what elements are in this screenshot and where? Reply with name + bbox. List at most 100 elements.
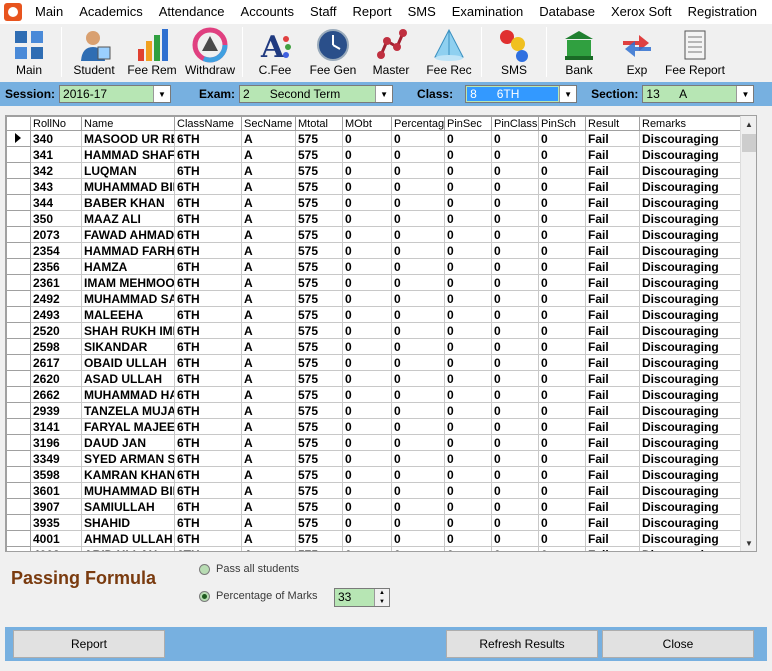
column-header-pinsec[interactable]: PinSec <box>444 116 492 131</box>
refresh-results-button[interactable]: Refresh Results <box>446 630 598 658</box>
cell-mtotal[interactable]: 575 <box>295 370 343 387</box>
cell-pinsec[interactable]: 0 <box>444 498 492 515</box>
cell-result[interactable]: Fail <box>585 450 640 467</box>
cell-remarks[interactable]: Discouraging <box>639 546 742 551</box>
cell-remarks[interactable]: Discouraging <box>639 194 742 211</box>
cell-pinsch[interactable]: 0 <box>538 434 586 451</box>
cell-pinsec[interactable]: 0 <box>444 130 492 147</box>
menu-examination[interactable]: Examination <box>444 0 532 24</box>
chevron-down-icon[interactable]: ▼ <box>153 86 171 102</box>
cell-mtotal[interactable]: 575 <box>295 210 343 227</box>
toolbar-student-button[interactable]: Student <box>65 24 123 79</box>
cell-rollno[interactable]: 3141 <box>30 418 82 435</box>
cell-mtotal[interactable]: 575 <box>295 258 343 275</box>
table-row[interactable]: 340MASOOD UR REHMAN6THA57500000FailDisco… <box>6 130 742 147</box>
cell-mobt[interactable]: 0 <box>342 530 392 547</box>
cell-mobt[interactable]: 0 <box>342 434 392 451</box>
cell-mobt[interactable]: 0 <box>342 466 392 483</box>
chevron-down-icon[interactable]: ▼ <box>375 86 393 102</box>
cell-pinclass[interactable]: 0 <box>491 498 539 515</box>
cell-rollno[interactable]: 350 <box>30 210 82 227</box>
cell-name[interactable]: AHMAD ULLAH <box>81 530 175 547</box>
cell-mtotal[interactable]: 575 <box>295 162 343 179</box>
row-header[interactable] <box>6 402 31 419</box>
cell-rollno[interactable]: 4002 <box>30 546 82 551</box>
cell-mobt[interactable]: 0 <box>342 258 392 275</box>
menu-registration[interactable]: Registration <box>680 0 765 24</box>
cell-secname[interactable]: A <box>241 194 296 211</box>
cell-result[interactable]: Fail <box>585 194 640 211</box>
cell-pinsch[interactable]: 0 <box>538 530 586 547</box>
row-header[interactable] <box>6 274 31 291</box>
cell-remarks[interactable]: Discouraging <box>639 338 742 355</box>
cell-pinsch[interactable]: 0 <box>538 290 586 307</box>
cell-secname[interactable]: A <box>241 210 296 227</box>
row-header[interactable] <box>6 258 31 275</box>
cell-pinsch[interactable]: 0 <box>538 402 586 419</box>
cell-rollno[interactable]: 3907 <box>30 498 82 515</box>
table-row[interactable]: 350 MAAZ ALI 6TH A 575 0 0 0 0 0 Fail Discouraging <box>6 210 742 227</box>
menu-staff[interactable]: Staff <box>302 0 345 24</box>
chevron-down-icon[interactable]: ▼ <box>736 86 754 102</box>
row-header[interactable] <box>6 306 31 323</box>
cell-name[interactable]: MUHAMMAD HAMZA <box>81 386 175 403</box>
cell-rollno[interactable]: 3601 <box>30 482 82 499</box>
cell-rollno[interactable]: 3935 <box>30 514 82 531</box>
cell-rollno[interactable]: 2073 <box>30 226 82 243</box>
cell-rollno[interactable]: 2939 <box>30 402 82 419</box>
class-combo[interactable]: 8 6TH ▼ <box>465 85 578 103</box>
table-row[interactable]: 2520SHAH RUKH IMRAN6THA57500000FailDisco… <box>6 322 742 339</box>
cell-pinsch[interactable]: 0 <box>538 418 586 435</box>
cell-secname[interactable]: A <box>241 130 296 147</box>
row-header[interactable] <box>6 242 31 259</box>
cell-result[interactable]: Fail <box>585 162 640 179</box>
session-combo[interactable]: 2016-17 ▼ <box>59 85 172 103</box>
cell-mtotal[interactable]: 575 <box>295 434 343 451</box>
cell-pinsec[interactable]: 0 <box>444 178 492 195</box>
cell-rollno[interactable]: 344 <box>30 194 82 211</box>
table-row[interactable]: 3601MUHAMMAD BILAL6THA57500000FailDiscou… <box>6 482 742 499</box>
cell-result[interactable]: Fail <box>585 338 640 355</box>
cell-mtotal[interactable]: 575 <box>295 130 343 147</box>
cell-pinclass[interactable]: 0 <box>491 210 539 227</box>
cell-pinsec[interactable]: 0 <box>444 146 492 163</box>
cell-mobt[interactable]: 0 <box>342 306 392 323</box>
toolbar-exp-button[interactable]: Exp <box>608 24 666 79</box>
cell-mobt[interactable]: 0 <box>342 450 392 467</box>
cell-rollno[interactable]: 2361 <box>30 274 82 291</box>
cell-rollno[interactable]: 3196 <box>30 434 82 451</box>
percentage-value[interactable]: 33 <box>335 589 374 606</box>
cell-remarks[interactable]: Discouraging <box>639 354 742 371</box>
percentage-option[interactable]: Percentage of Marks <box>199 590 318 602</box>
cell-result[interactable]: Fail <box>585 418 640 435</box>
cell-pinclass[interactable]: 0 <box>491 146 539 163</box>
cell-pinclass[interactable]: 0 <box>491 530 539 547</box>
section-combo[interactable]: 13 A ▼ <box>642 85 755 103</box>
cell-mtotal[interactable]: 575 <box>295 194 343 211</box>
row-header[interactable] <box>6 498 31 515</box>
column-header-mobt[interactable]: MObt <box>342 116 392 131</box>
cell-name[interactable]: SHAHID <box>81 514 175 531</box>
cell-pinclass[interactable]: 0 <box>491 466 539 483</box>
cell-mobt[interactable]: 0 <box>342 146 392 163</box>
cell-classname[interactable]: 6TH <box>174 418 242 435</box>
cell-percentage[interactable]: 0 <box>391 530 445 547</box>
cell-mobt[interactable]: 0 <box>342 386 392 403</box>
row-header[interactable] <box>6 210 31 227</box>
cell-name[interactable]: SAMIULLAH <box>81 498 175 515</box>
cell-secname[interactable]: A <box>241 290 296 307</box>
cell-percentage[interactable]: 0 <box>391 242 445 259</box>
cell-mobt[interactable]: 0 <box>342 130 392 147</box>
toolbar-bank-button[interactable]: Bank <box>550 24 608 79</box>
cell-pinclass[interactable]: 0 <box>491 338 539 355</box>
cell-mobt[interactable]: 0 <box>342 514 392 531</box>
table-row[interactable]: 342 LUQMAN 6TH A 575 0 0 0 0 0 Fail Discouraging <box>6 162 742 179</box>
cell-pinsec[interactable]: 0 <box>444 306 492 323</box>
cell-result[interactable]: Fail <box>585 258 640 275</box>
column-header-result[interactable]: Result <box>585 116 640 131</box>
row-header[interactable] <box>6 162 31 179</box>
row-header[interactable] <box>6 386 31 403</box>
cell-remarks[interactable]: Discouraging <box>639 418 742 435</box>
cell-percentage[interactable]: 0 <box>391 418 445 435</box>
cell-classname[interactable]: 6TH <box>174 178 242 195</box>
